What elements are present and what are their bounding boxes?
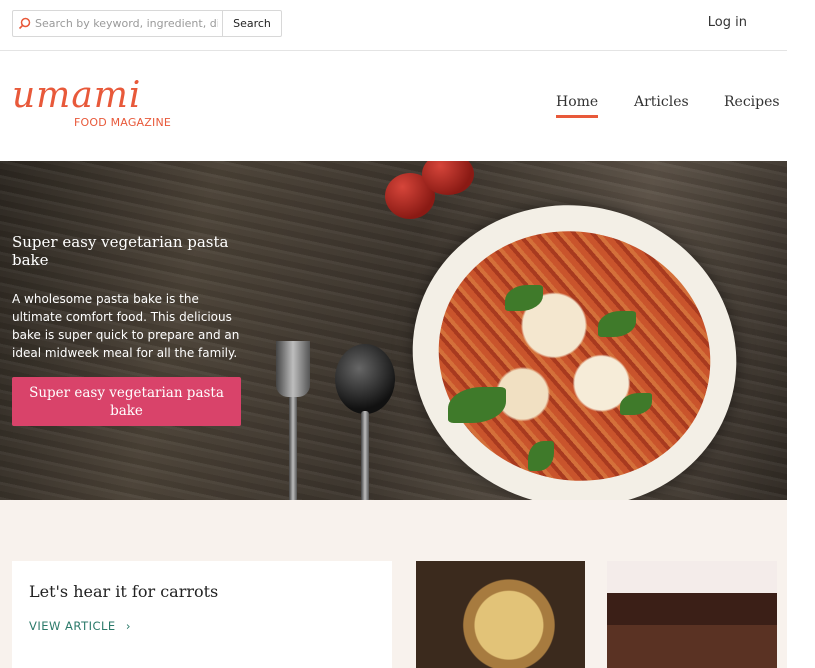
login-link[interactable]: Log in [708,15,747,30]
search-button[interactable]: Search [222,11,281,36]
quiche-thumbnail[interactable] [416,561,585,668]
chevron-right-icon: › [125,619,131,633]
fork-image [289,393,297,500]
site-logo[interactable]: umami FOOD MAGAZINE [12,75,171,130]
hero-description: A wholesome pasta bake is the ultimate c… [12,292,240,360]
nav-recipes[interactable]: Recipes [724,94,780,110]
top-bar: Search Log in [0,0,787,51]
chocolate-cake-thumbnail[interactable] [607,561,777,668]
search-bar: Search [12,10,282,37]
nav-home[interactable]: Home [556,94,599,118]
featured-section: Let's hear it for carrots VIEW ARTICLE › [0,500,787,668]
hero-title: Super easy vegetarian pasta bake [12,233,229,269]
view-article-link[interactable]: VIEW ARTICLE › [29,619,131,633]
spoon-image [335,344,395,414]
fork-head-image [276,341,310,397]
hero-cta-button[interactable]: Super easy vegetarian pasta bake [12,377,241,426]
logo-wordmark: umami [12,75,142,116]
nav-articles[interactable]: Articles [634,94,689,110]
hero-banner: Super easy vegetarian pasta bake A whole… [0,161,787,500]
search-icon [13,11,35,36]
logo-tagline: FOOD MAGAZINE [74,116,172,129]
search-input[interactable] [35,11,222,36]
view-article-label: VIEW ARTICLE [29,619,116,633]
spoon-handle-image [361,411,369,500]
article-title: Let's hear it for carrots [29,582,219,601]
featured-article-card[interactable]: Let's hear it for carrots VIEW ARTICLE › [12,561,392,668]
